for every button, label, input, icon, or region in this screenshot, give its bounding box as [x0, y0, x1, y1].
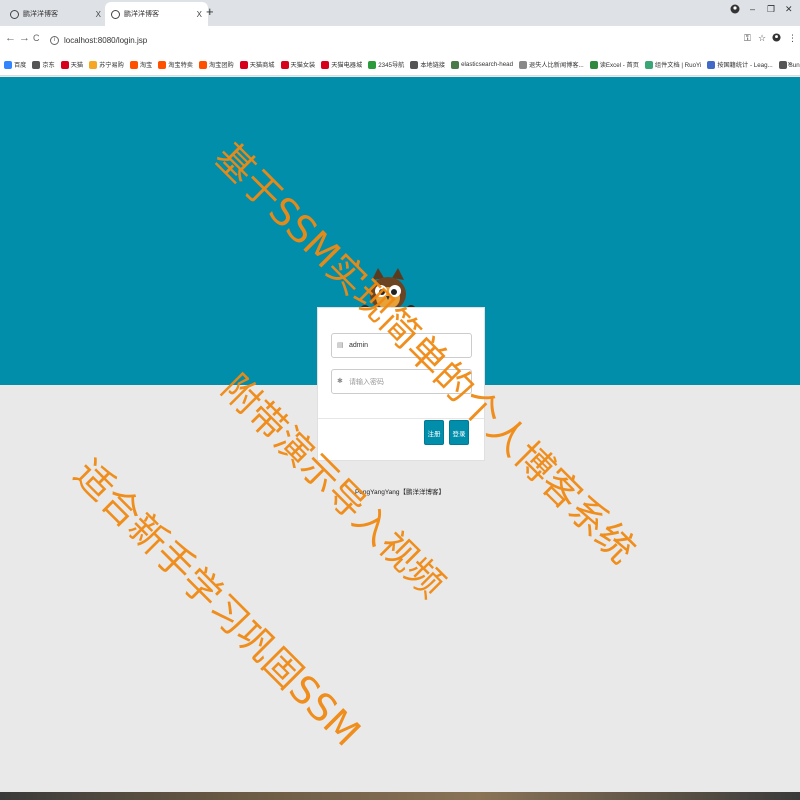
- user-icon: ▤: [337, 342, 344, 349]
- minimize-button[interactable]: –: [750, 4, 755, 14]
- bookmark-favicon-icon: [129, 60, 138, 69]
- bookmark-item[interactable]: 淘宝团购: [199, 60, 234, 69]
- bookmark-label: 天猫商城: [249, 62, 275, 69]
- profile-icon[interactable]: [730, 4, 740, 16]
- bookmark-item[interactable]: 苏宁易购: [89, 60, 124, 69]
- close-window-button[interactable]: ✕: [785, 4, 793, 15]
- tab-close-button[interactable]: X: [197, 10, 202, 19]
- bookmark-item[interactable]: 淘宝: [129, 60, 153, 69]
- bookmark-item[interactable]: 按国籍统计 - Leag...: [707, 60, 773, 69]
- username-value: admin: [349, 342, 369, 349]
- globe-icon: [111, 9, 120, 19]
- bookmark-item[interactable]: 2345导航: [368, 60, 404, 69]
- bookmark-favicon-icon: [778, 60, 787, 69]
- reload-button[interactable]: C: [33, 33, 40, 43]
- bookmark-favicon-icon: [589, 60, 598, 69]
- bookmark-label: 2345导航: [378, 62, 405, 69]
- bookmark-favicon-icon: [451, 60, 460, 69]
- bookmark-favicon-icon: [280, 60, 289, 69]
- bookmark-item[interactable]: 组件文档 | RuoYi: [644, 60, 702, 69]
- bookmark-favicon-icon: [4, 60, 12, 69]
- globe-icon: [10, 9, 19, 19]
- bookmark-item[interactable]: elasticsearch-head: [451, 60, 514, 69]
- star-icon[interactable]: ☆: [758, 33, 766, 44]
- lock-icon: ✱: [337, 378, 343, 385]
- tab-title: 鹏洋洋博客: [124, 11, 159, 18]
- bookmark-favicon-icon: [644, 60, 653, 69]
- browser-toolbar: ← → C i localhost:8080/login.jsp ⚿ ☆ ⋮: [0, 26, 800, 54]
- bookmark-label: 淘宝: [139, 62, 153, 69]
- forward-button[interactable]: →: [19, 32, 30, 44]
- bookmark-favicon-icon: [32, 60, 41, 69]
- bookmark-label: 读Excel - 首页: [599, 62, 639, 69]
- bookmark-item[interactable]: 天猫电器城: [321, 60, 362, 69]
- bookmark-favicon-icon: [239, 60, 248, 69]
- key-icon[interactable]: ⚿: [744, 33, 751, 44]
- bookmark-item[interactable]: 淘宝特卖: [158, 60, 193, 69]
- password-placeholder: 请输入密码: [349, 378, 384, 386]
- bookmarks-bar: 百度 京东 天猫 苏宁易购 淘宝 淘宝特卖 淘宝团购 天猫商城 天猫女装 天猫电器城 2345导航 本…: [0, 54, 800, 76]
- back-button[interactable]: ←: [5, 32, 16, 44]
- bookmark-favicon-icon: [321, 60, 330, 69]
- bookmark-favicon-icon: [410, 60, 419, 69]
- tab-close-button[interactable]: X: [96, 10, 101, 19]
- bookmark-label: 按国籍统计 - Leag...: [717, 62, 773, 69]
- bookmark-favicon-icon: [368, 60, 377, 69]
- menu-icon[interactable]: ⋮: [788, 33, 797, 44]
- profile-icon[interactable]: [772, 33, 781, 44]
- bookmark-item[interactable]: 本地链接: [410, 60, 445, 69]
- bookmark-label: 本地链接: [420, 62, 446, 69]
- bookmark-label: 天猫电器城: [331, 62, 363, 69]
- bookmark-item[interactable]: 读Excel - 首页: [589, 60, 639, 69]
- new-tab-button[interactable]: +: [206, 5, 214, 19]
- bookmark-favicon-icon: [60, 60, 69, 69]
- info-icon[interactable]: i: [50, 35, 59, 45]
- register-button[interactable]: 注册: [424, 420, 444, 445]
- browser-tab-active[interactable]: 鹏洋洋博客 X: [105, 2, 208, 26]
- bookmark-label: 淘宝团购: [209, 62, 234, 69]
- bookmark-favicon-icon: [158, 60, 167, 69]
- bookmark-favicon-icon: [519, 60, 528, 69]
- bookmark-favicon-icon: [707, 60, 716, 69]
- bookmark-label: 天猫女装: [290, 62, 316, 69]
- bookmark-label: 京东: [42, 62, 55, 69]
- bookmark-item[interactable]: 百度: [4, 60, 26, 69]
- bookmark-item[interactable]: 退失人比新闻博客...: [519, 60, 584, 69]
- bookmark-label: 苏宁易购: [99, 62, 124, 69]
- tab-title: 鹏洋洋博客: [23, 11, 58, 18]
- bookmark-label: 淘宝特卖: [168, 62, 193, 69]
- bookmarks-overflow-button[interactable]: »: [788, 59, 792, 68]
- taskbar-strip: [0, 792, 800, 800]
- browser-tab[interactable]: 鹏洋洋博客 X: [4, 2, 107, 26]
- bookmark-label: 组件文档 | RuoYi: [654, 62, 702, 69]
- bookmark-label: 百度: [14, 62, 27, 69]
- tab-bar: 鹏洋洋博客 X 鹏洋洋博客 X + – ❐ ✕: [0, 0, 800, 26]
- bookmark-favicon-icon: [89, 60, 98, 69]
- bookmark-item[interactable]: 天猫: [60, 60, 84, 69]
- bookmark-label: 退失人比新闻博客...: [529, 62, 584, 69]
- bookmark-label: elasticsearch-head: [461, 61, 514, 68]
- bookmark-item[interactable]: 天猫女装: [280, 60, 316, 69]
- restore-button[interactable]: ❐: [767, 4, 775, 15]
- address-bar[interactable]: i localhost:8080/login.jsp: [46, 30, 761, 50]
- url-text: localhost:8080/login.jsp: [64, 35, 148, 45]
- bookmark-item[interactable]: 天猫商城: [239, 60, 275, 69]
- bookmark-item[interactable]: 京东: [32, 60, 55, 69]
- bookmark-label: 天猫: [70, 62, 84, 69]
- bookmark-favicon-icon: [199, 60, 207, 69]
